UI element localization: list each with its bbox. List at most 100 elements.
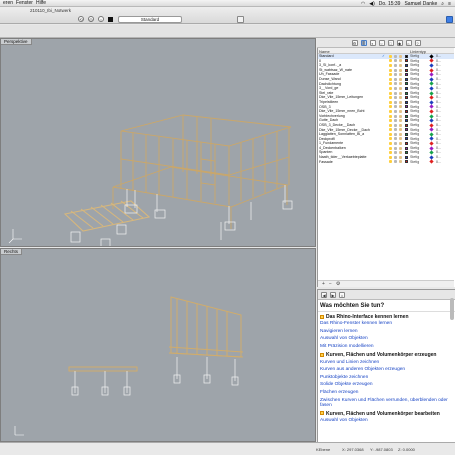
- layer-material-icon[interactable]: [399, 100, 402, 104]
- layer-visible-icon[interactable]: [389, 77, 392, 81]
- panel-tab-materials-icon[interactable]: ◆: [396, 39, 403, 46]
- layer-print-color-icon[interactable]: [429, 159, 434, 165]
- layer-lock-icon[interactable]: [394, 63, 397, 67]
- layer-material-icon[interactable]: [399, 91, 402, 95]
- layer-lock-icon[interactable]: [394, 114, 397, 118]
- help-link[interactable]: Mit Präzision modellieren: [318, 343, 455, 351]
- layer-material-icon[interactable]: [399, 59, 402, 63]
- layer-material-icon[interactable]: [399, 142, 402, 146]
- layer-color-swatch[interactable]: [108, 16, 113, 22]
- layer-visible-icon[interactable]: [389, 86, 392, 90]
- layer-material-icon[interactable]: [399, 146, 402, 150]
- layer-lock-icon[interactable]: [394, 160, 397, 164]
- layer-lock-icon[interactable]: [394, 86, 397, 90]
- layer-color-swatch[interactable]: [405, 132, 408, 136]
- command-area[interactable]: [0, 25, 455, 38]
- layer-visible-icon[interactable]: [389, 142, 392, 146]
- layer-lock-icon[interactable]: [394, 82, 397, 86]
- layer-material-icon[interactable]: [399, 160, 402, 164]
- layer-visible-icon[interactable]: [389, 91, 392, 95]
- layer-material-icon[interactable]: [399, 63, 402, 67]
- status-cplane[interactable]: KEbene: [316, 447, 330, 452]
- help-link[interactable]: Flächen erzeugen: [318, 389, 455, 397]
- layer-color-swatch[interactable]: [405, 114, 408, 118]
- panel-tab-lights-icon[interactable]: ☼: [405, 39, 412, 46]
- layer-visible-icon[interactable]: [389, 54, 392, 58]
- layer-color-swatch[interactable]: [405, 109, 408, 113]
- menu-item-0[interactable]: eren: [3, 0, 13, 6]
- layer-material-icon[interactable]: [399, 151, 402, 155]
- layer-color-swatch[interactable]: [405, 77, 408, 81]
- panel-tab-render-icon[interactable]: ○: [378, 39, 385, 46]
- layer-lock-icon[interactable]: [394, 142, 397, 146]
- layer-name[interactable]: Fassade: [319, 160, 381, 165]
- layer-visible-icon[interactable]: [389, 155, 392, 159]
- layer-color-swatch[interactable]: [405, 54, 408, 58]
- help-link[interactable]: Das Rhino-Fenster kennen lernen: [318, 320, 455, 328]
- layer-header-name[interactable]: Name: [319, 49, 330, 54]
- layer-lock-icon[interactable]: [394, 105, 397, 109]
- menu-item-1[interactable]: Fenster: [16, 0, 33, 6]
- layer-color-swatch[interactable]: [405, 59, 408, 63]
- layer-color-swatch[interactable]: [405, 160, 408, 164]
- layer-color-swatch[interactable]: [405, 82, 408, 86]
- layer-options-icon[interactable]: ⚙: [336, 281, 340, 287]
- layer-material-icon[interactable]: [399, 68, 402, 72]
- layer-material-icon[interactable]: [399, 114, 402, 118]
- layer-lock-icon[interactable]: [394, 146, 397, 150]
- layer-color-swatch[interactable]: [405, 123, 408, 127]
- layer-lock-icon[interactable]: [394, 137, 397, 141]
- layer-visible-icon[interactable]: [389, 59, 392, 63]
- help-link[interactable]: Kurven aus anderen Objekten erzeugen: [318, 366, 455, 374]
- menu-user[interactable]: Samuel Danke: [404, 1, 437, 7]
- layer-color-swatch[interactable]: [405, 128, 408, 132]
- layer-visible-icon[interactable]: [389, 96, 392, 100]
- panel-tab-display-icon[interactable]: ◐: [369, 39, 376, 46]
- help-back-icon[interactable]: ◀: [321, 291, 327, 298]
- help-scrollbar[interactable]: [450, 298, 454, 320]
- layer-material-icon[interactable]: [399, 109, 402, 113]
- help-home-icon[interactable]: ⌂: [339, 291, 345, 298]
- layer-material-icon[interactable]: [399, 73, 402, 77]
- help-forward-icon[interactable]: ▶: [330, 291, 336, 298]
- layer-visible-icon[interactable]: [389, 73, 392, 77]
- layer-lock-icon[interactable]: [394, 155, 397, 159]
- layer-material-icon[interactable]: [399, 132, 402, 136]
- layer-select[interactable]: Standard: [118, 16, 182, 23]
- layer-visible-icon[interactable]: [389, 151, 392, 155]
- layer-lock-icon[interactable]: [394, 128, 397, 132]
- layer-visible-icon[interactable]: [389, 100, 392, 104]
- layer-lock-icon[interactable]: [394, 96, 397, 100]
- add-layer-icon[interactable]: +: [322, 281, 325, 287]
- layer-print-width[interactable]: 0...: [436, 160, 441, 165]
- layer-color-swatch[interactable]: [405, 68, 408, 72]
- help-link[interactable]: Navigieren lernen: [318, 328, 455, 336]
- layer-lock-icon[interactable]: [394, 100, 397, 104]
- layer-material-icon[interactable]: [399, 82, 402, 86]
- object-icon[interactable]: ○: [98, 16, 104, 22]
- layer-visible-icon[interactable]: [389, 132, 392, 136]
- layer-color-swatch[interactable]: [405, 119, 408, 123]
- layer-visible-icon[interactable]: [389, 68, 392, 72]
- layer-visible-icon[interactable]: [389, 137, 392, 141]
- search-icon[interactable]: ⌕: [441, 1, 444, 7]
- help-link[interactable]: Kurven und Linien zeichnen: [318, 358, 455, 366]
- layer-material-icon[interactable]: [399, 137, 402, 141]
- layer-lock-icon[interactable]: [394, 54, 397, 58]
- menu-clock[interactable]: Do. 15:39: [379, 1, 401, 7]
- frame-icon[interactable]: [237, 16, 244, 23]
- layer-material-icon[interactable]: [399, 105, 402, 109]
- layer-material-icon[interactable]: [399, 123, 402, 127]
- layer-visible-icon[interactable]: [389, 109, 392, 113]
- layer-material-icon[interactable]: [399, 54, 402, 58]
- layer-color-swatch[interactable]: [405, 155, 408, 159]
- panel-tab-help-icon[interactable]: ?: [414, 39, 421, 46]
- layer-color-swatch[interactable]: [405, 100, 408, 104]
- layer-visible-icon[interactable]: [389, 105, 392, 109]
- layer-color-swatch[interactable]: [405, 151, 408, 155]
- help-link[interactable]: Punktobjekte zeichnen: [318, 374, 455, 382]
- layer-header-linetype[interactable]: Linientyp: [410, 49, 426, 54]
- layer-color-swatch[interactable]: [405, 146, 408, 150]
- layer-lock-icon[interactable]: [394, 77, 397, 81]
- layer-color-swatch[interactable]: [405, 137, 408, 141]
